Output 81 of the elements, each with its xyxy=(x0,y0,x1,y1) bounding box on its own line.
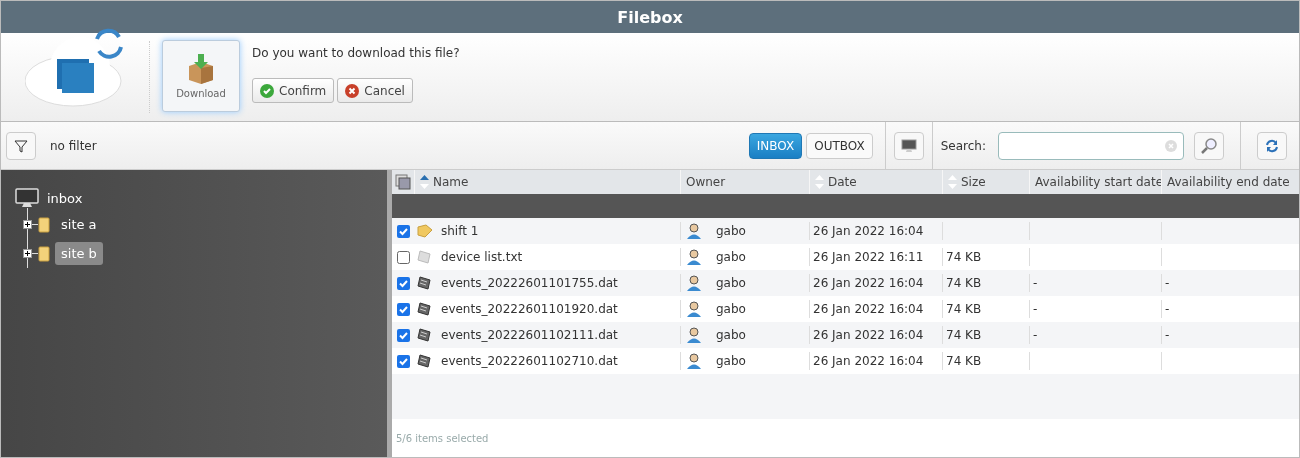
table-cell: 74 KB xyxy=(946,250,982,264)
table-cell: gabo xyxy=(716,224,746,238)
filter-icon xyxy=(14,138,28,153)
table-cell: - xyxy=(1165,328,1170,342)
search-button[interactable] xyxy=(1194,131,1224,160)
user-icon xyxy=(686,327,702,343)
monitor-icon xyxy=(900,138,917,153)
column-header[interactable]: Size xyxy=(961,175,986,189)
monitor-button[interactable] xyxy=(893,131,924,160)
sort-icon[interactable] xyxy=(420,174,429,190)
table-cell: 74 KB xyxy=(946,354,982,368)
tree-item[interactable]: site a xyxy=(55,213,103,236)
folder-icon xyxy=(417,224,433,238)
table-cell: - xyxy=(1033,302,1038,316)
checkbox[interactable] xyxy=(396,276,410,290)
table-cell: gabo xyxy=(716,354,746,368)
table-cell: - xyxy=(1165,302,1170,316)
folder-icon xyxy=(38,216,50,233)
table-cell: events_20222601101755.dat xyxy=(441,276,618,290)
table-cell: 74 KB xyxy=(946,302,982,316)
folder-icon xyxy=(38,245,50,262)
table-cell: gabo xyxy=(716,276,746,290)
check-icon xyxy=(260,83,274,98)
table-cell: 26 Jan 2022 16:04 xyxy=(813,328,924,342)
column-header[interactable]: Owner xyxy=(686,175,726,189)
download-button[interactable]: Download xyxy=(162,40,240,112)
user-icon xyxy=(686,249,702,265)
confirm-button[interactable]: Confirm xyxy=(252,78,335,103)
document-icon xyxy=(417,354,433,368)
table-cell: gabo xyxy=(716,328,746,342)
filter-button[interactable] xyxy=(6,131,36,160)
document-icon xyxy=(417,302,433,316)
document-icon xyxy=(417,276,433,290)
tree-item[interactable]: inbox xyxy=(47,190,83,206)
expand-icon[interactable] xyxy=(23,220,32,229)
column-header[interactable]: Availability end date xyxy=(1167,175,1290,189)
checkbox[interactable] xyxy=(396,250,410,264)
table-cell: 26 Jan 2022 16:04 xyxy=(813,224,924,238)
table-cell: gabo xyxy=(716,302,746,316)
table-cell: events_20222601102111.dat xyxy=(441,328,618,342)
window-title: Filebox xyxy=(1,1,1299,33)
expand-icon[interactable] xyxy=(23,249,32,258)
user-icon xyxy=(686,301,702,317)
table-cell: 26 Jan 2022 16:04 xyxy=(813,276,924,290)
checkbox[interactable] xyxy=(396,224,410,238)
search-label: Search: xyxy=(940,138,986,153)
box-icon xyxy=(186,53,216,84)
table-cell: events_20222601101920.dat xyxy=(441,302,618,316)
checkbox[interactable] xyxy=(396,328,410,342)
search-field[interactable] xyxy=(998,131,1184,160)
table-cell: device list.txt xyxy=(441,250,523,264)
refresh-icon xyxy=(1265,138,1279,153)
table-cell: 26 Jan 2022 16:04 xyxy=(813,302,924,316)
select-all-icon[interactable] xyxy=(395,174,411,190)
prompt-text: Do you want to download this file? xyxy=(252,46,460,60)
table-cell: 26 Jan 2022 16:04 xyxy=(813,354,924,368)
table-cell: 26 Jan 2022 16:11 xyxy=(813,250,924,264)
column-header[interactable]: Date xyxy=(828,175,857,189)
table-cell: - xyxy=(1033,328,1038,342)
checkbox[interactable] xyxy=(396,302,410,316)
selection-status: 5/6 items selected xyxy=(392,419,1299,457)
table-cell: 74 KB xyxy=(946,328,982,342)
refresh-button[interactable] xyxy=(1257,131,1287,160)
search-icon xyxy=(1200,136,1218,155)
user-icon xyxy=(686,223,702,239)
table-cell: events_20222601102710.dat xyxy=(441,354,618,368)
close-icon xyxy=(345,83,360,98)
document-icon xyxy=(417,250,433,264)
table-cell: 74 KB xyxy=(946,276,982,290)
column-header[interactable]: Name xyxy=(433,175,469,189)
cancel-button[interactable]: Cancel xyxy=(337,78,413,103)
filter-label: no filter xyxy=(50,138,97,153)
table-cell: gabo xyxy=(716,250,746,264)
mailbox-tab[interactable]: OUTBOX xyxy=(806,132,873,159)
user-icon xyxy=(686,353,702,369)
table-cell: shift 1 xyxy=(441,224,479,238)
user-icon xyxy=(686,275,702,291)
document-icon xyxy=(417,328,433,342)
table-cell: - xyxy=(1033,276,1038,290)
checkbox[interactable] xyxy=(396,354,410,368)
table-cell: - xyxy=(1165,276,1170,290)
